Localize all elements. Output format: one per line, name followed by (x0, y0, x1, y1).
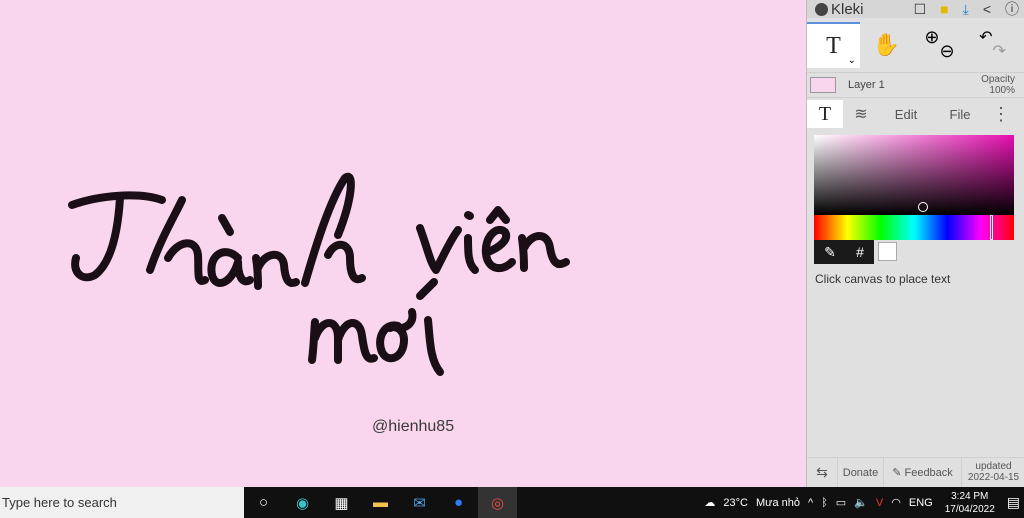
updated-info[interactable]: updated 2022-04-15 (961, 457, 1024, 488)
updated-label: updated (975, 460, 1012, 472)
text-tool-icon: T (826, 32, 841, 59)
opacity-label: Opacity (981, 74, 1015, 85)
share-icon[interactable]: < (983, 2, 991, 16)
clock-time: 3:24 PM (951, 490, 989, 502)
donate-button[interactable]: Donate (837, 457, 883, 488)
redo-icon[interactable]: ↷ (993, 41, 1006, 61)
text-tab-icon: T (818, 102, 832, 125)
battery-icon[interactable]: ▭ (836, 496, 846, 509)
swap-side-icon[interactable]: ⇆ (807, 464, 837, 481)
antivirus-icon[interactable]: V (876, 497, 883, 509)
hue-slider-handle[interactable] (990, 215, 993, 240)
drawing-canvas[interactable]: @hienhu85 (0, 0, 806, 487)
feedback-label: Feedback (904, 466, 953, 479)
layers-icon: ≋ (854, 106, 868, 123)
weather-desc[interactable]: Mưa nhỏ (756, 497, 800, 509)
tab-edit[interactable]: Edit (879, 100, 933, 128)
chrome-browser-icon[interactable]: ◎ (478, 487, 517, 518)
handwriting-strokes (68, 172, 570, 376)
help-icon[interactable]: ⓘ (1005, 2, 1019, 16)
panel-topbar: Kleki ☐ ■ ⤓ < ⓘ (807, 0, 1024, 18)
system-tray: ☁ 23°C Mưa nhỏ ^ ᛒ ▭ 🔈 V ◠ ENG 3:24 PM 1… (700, 487, 1024, 518)
zoom-buttons: ⊕ ⊖ (913, 22, 966, 68)
chevron-up-icon[interactable]: ^ (808, 497, 813, 509)
system-clock[interactable]: 3:24 PM 17/04/2022 (945, 490, 995, 516)
wifi-icon[interactable]: ◠ (891, 496, 901, 509)
weather-icon[interactable]: ☁ (704, 496, 715, 509)
layer-thumbnail (810, 77, 836, 93)
kleki-logo-icon (815, 2, 828, 16)
language-indicator[interactable]: ENG (909, 497, 933, 509)
hand-tool-button[interactable]: ✋ (860, 22, 913, 68)
feedback-icon: ✎ (892, 466, 902, 479)
layer-row[interactable]: Layer 1 Opacity 100% (807, 72, 1024, 98)
edge-browser-icon[interactable]: ◉ (283, 487, 322, 518)
color-picker-handle[interactable] (918, 202, 928, 212)
tool-row: T ⌄ ✋ ⊕ ⊖ ↶ ↷ (807, 22, 1024, 68)
mail-icon[interactable]: ✉ (400, 487, 439, 518)
zoom-in-icon[interactable]: ⊕ (924, 27, 939, 48)
tab-file[interactable]: File (933, 100, 987, 128)
panel-bottom-bar: ⇆ Donate ✎ Feedback updated 2022-04-15 (807, 457, 1024, 488)
panel-tabs: T ≋ Edit File ⋮ (807, 100, 1024, 128)
download-icon[interactable]: ⤓ (963, 2, 969, 16)
task-view-icon[interactable]: ○ (244, 487, 283, 518)
app-name: Kleki (831, 0, 864, 18)
chevron-down-icon[interactable]: ⌄ (848, 55, 856, 66)
volume-icon[interactable]: 🔈 (854, 496, 868, 509)
undo-icon[interactable]: ↶ (979, 27, 992, 47)
app-logo[interactable]: Kleki (815, 1, 864, 18)
eyedropper-icon[interactable]: ✎ (824, 244, 836, 261)
hue-slider[interactable] (814, 215, 1014, 240)
color-tools: ✎ # (814, 240, 874, 264)
current-color-swatch[interactable] (878, 242, 897, 261)
tab-layers[interactable]: ≋ (843, 100, 879, 128)
more-menu-icon[interactable]: ⋮ (987, 100, 1015, 128)
windows-taskbar: Type here to search ○ ◉ ▦ ▬ ✉ ● ◎ ☁ 23°C… (0, 487, 1024, 518)
hex-input-button[interactable]: # (856, 244, 864, 260)
microsoft-store-icon[interactable]: ▦ (322, 487, 361, 518)
color-picker-area[interactable] (814, 135, 1014, 215)
updated-date: 2022-04-15 (967, 471, 1020, 483)
canvas-handle-text: @hienhu85 (372, 418, 455, 435)
zoom-out-icon[interactable]: ⊖ (940, 41, 955, 62)
bluetooth-icon[interactable]: ᛒ (821, 497, 828, 509)
text-tool-button[interactable]: T ⌄ (807, 22, 860, 68)
new-image-icon[interactable]: ☐ (914, 2, 927, 16)
clock-date: 17/04/2022 (944, 503, 995, 515)
file-explorer-icon[interactable]: ▬ (361, 487, 400, 518)
taskbar-search-box[interactable]: Type here to search (0, 487, 244, 518)
tab-text[interactable]: T (807, 100, 843, 128)
tool-panel: Kleki ☐ ■ ⤓ < ⓘ T ⌄ ✋ ⊕ ⊖ ↶ ↷ Layer 1 Op… (806, 0, 1024, 488)
feedback-button[interactable]: ✎ Feedback (883, 457, 961, 488)
weather-temp[interactable]: 23°C (723, 497, 748, 509)
note-icon[interactable]: ■ (940, 2, 948, 16)
tool-hint: Click canvas to place text (815, 272, 951, 286)
opacity-value: 100% (989, 85, 1015, 96)
layer-opacity: Opacity 100% (981, 74, 1015, 96)
layer-name: Layer 1 (848, 79, 885, 91)
hand-icon: ✋ (872, 32, 901, 57)
notification-icon[interactable]: ▤ (1007, 494, 1020, 511)
zalo-icon[interactable]: ● (439, 487, 478, 518)
undo-redo-buttons: ↶ ↷ (966, 22, 1019, 68)
